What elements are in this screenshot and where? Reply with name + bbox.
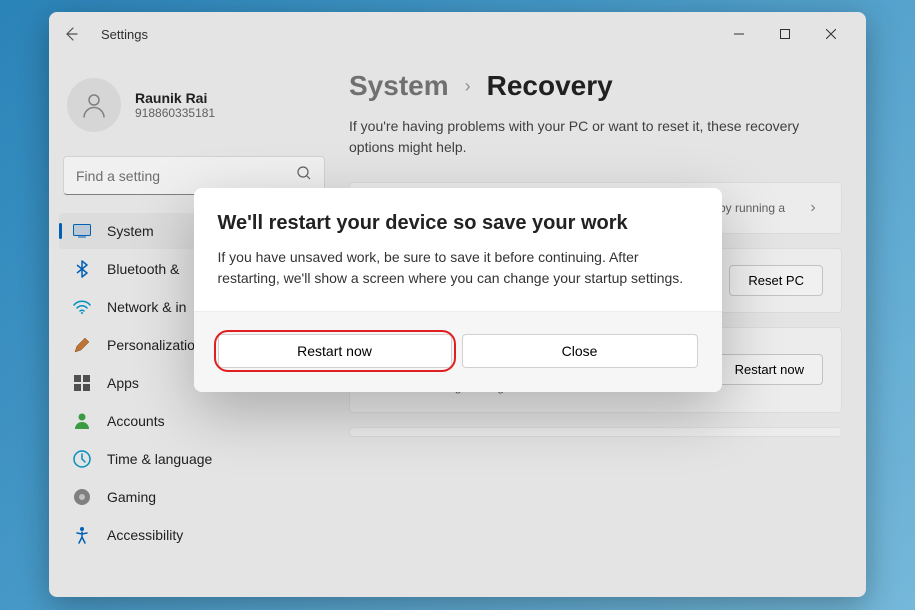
- modal-overlay: We'll restart your device so save your w…: [0, 0, 915, 610]
- dialog-title: We'll restart your device so save your w…: [218, 212, 698, 235]
- dialog-text: If you have unsaved work, be sure to sav…: [218, 247, 698, 289]
- restart-dialog: We'll restart your device so save your w…: [194, 188, 722, 392]
- dialog-close-button[interactable]: Close: [462, 334, 698, 368]
- dialog-restart-now-button[interactable]: Restart now: [218, 334, 452, 368]
